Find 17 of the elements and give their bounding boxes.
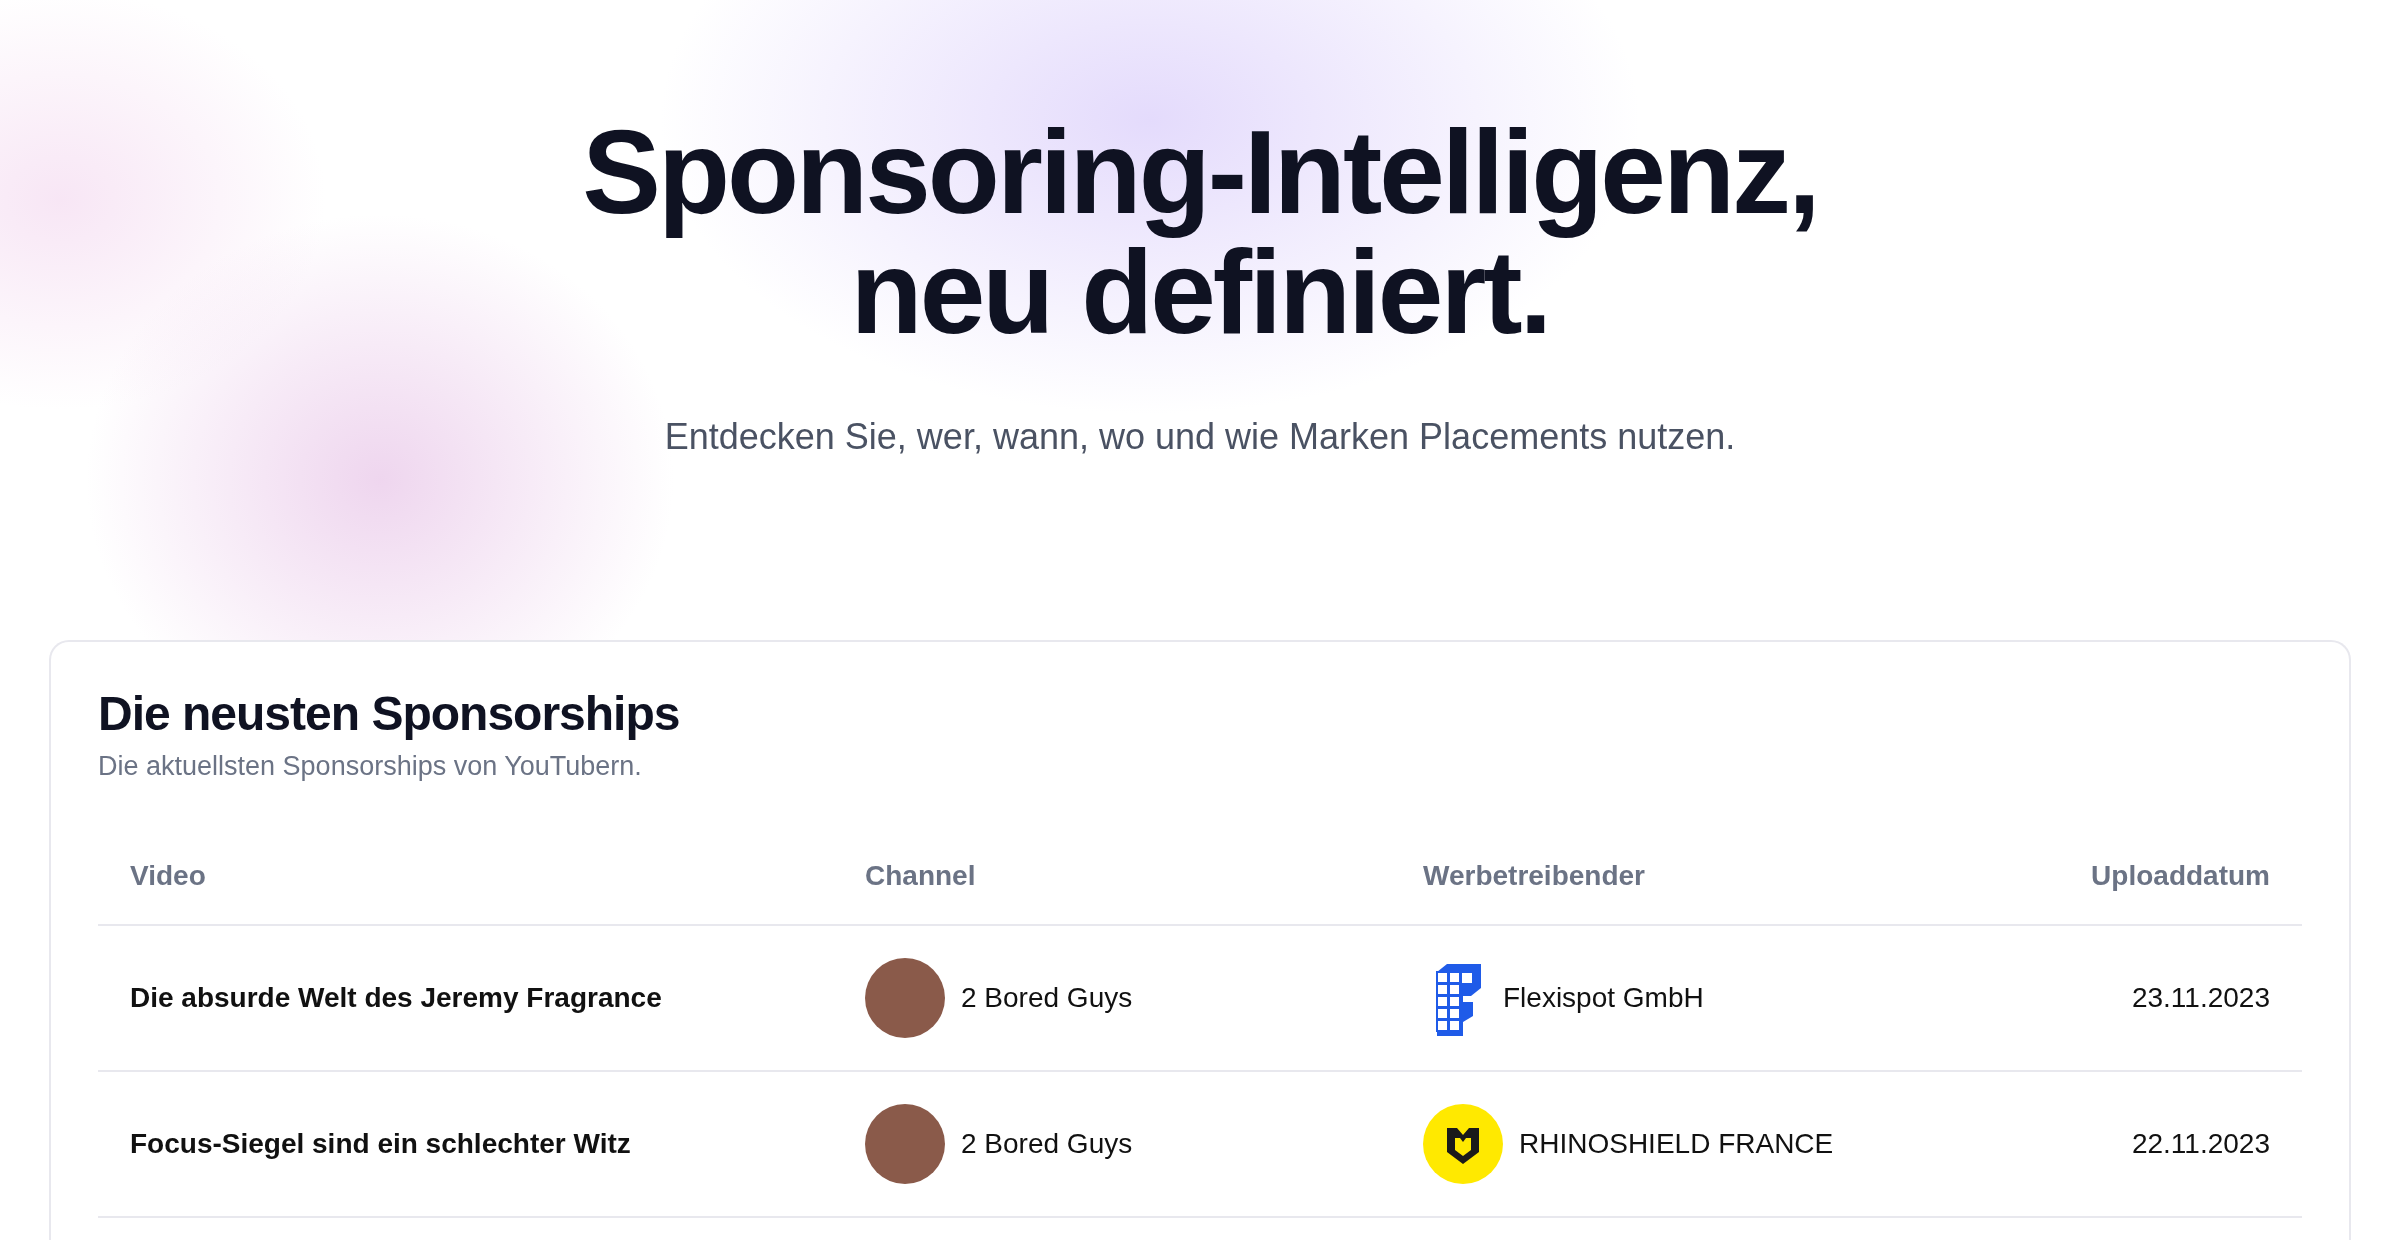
section-subtitle: Die aktuellsten Sponsorships von YouTubern. <box>98 751 642 782</box>
shield-logo-icon <box>1423 1104 1503 1184</box>
column-header: Channel <box>865 860 976 891</box>
channel-name: 2 Bored Guys <box>961 1128 1133 1160</box>
upload-date: 22.11.2023 <box>2131 1128 2270 1160</box>
column-header: Werbetreibender <box>1423 860 1645 891</box>
hero-headline: Sponsoring-Intelligenz, neu definiert. <box>582 112 1818 352</box>
advertiser-name: RHINOSHIELD FRANCE <box>1519 1128 1834 1160</box>
upload-date: 23.11.2023 <box>2131 982 2270 1014</box>
channel-name: 2 Bored Guys <box>961 982 1133 1014</box>
hero-subtitle: Entdecken Sie, wer, wann, wo und wie Marken Placements nutzen. <box>664 416 1736 458</box>
section-title: Die neusten Sponsorships <box>98 686 681 741</box>
video-title: Focus-Siegel sind ein schlechter Witz <box>130 1128 631 1160</box>
video-title: Die absurde Welt des Jeremy Fragrance <box>130 982 662 1014</box>
advertiser-name: Flexispot GmbH <box>1503 982 1704 1014</box>
column-header: Uploaddatum <box>2091 860 2270 891</box>
column-header: Video <box>130 860 206 891</box>
